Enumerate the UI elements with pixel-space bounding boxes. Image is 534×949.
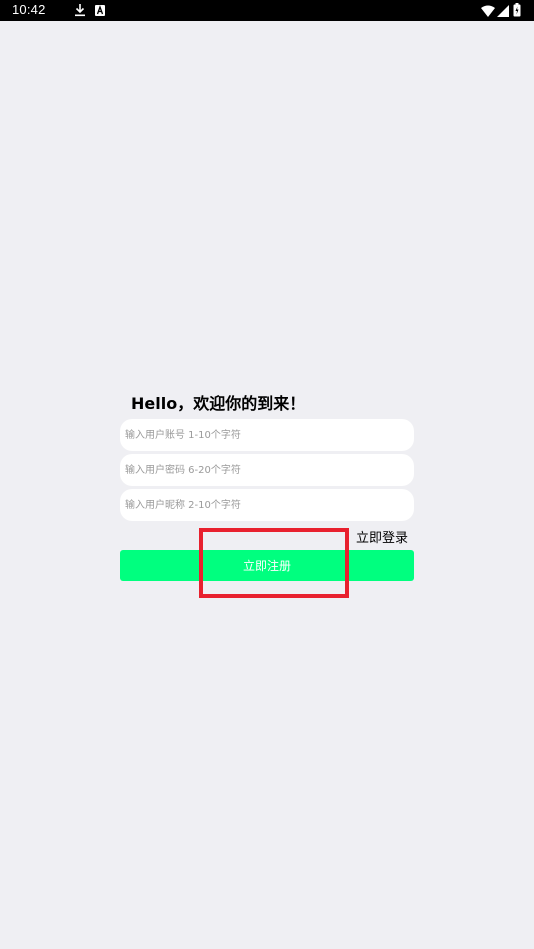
password-field-container — [120, 454, 414, 486]
login-link[interactable]: 立即登录 — [356, 527, 408, 546]
nickname-field-container — [120, 489, 414, 521]
greeting-title: Hello，欢迎你的到来！ — [131, 394, 306, 413]
signal-icon — [497, 5, 509, 17]
username-input[interactable] — [120, 419, 414, 451]
password-input[interactable] — [120, 454, 414, 486]
status-bar: 10:42 — [0, 0, 534, 21]
download-icon — [75, 4, 85, 17]
status-time: 10:42 — [12, 2, 46, 17]
username-field-container — [120, 419, 414, 451]
a-icon — [95, 5, 105, 16]
register-button[interactable]: 立即注册 — [120, 550, 414, 581]
battery-icon — [513, 3, 521, 17]
wifi-icon — [481, 5, 495, 17]
nickname-input[interactable] — [120, 489, 414, 521]
